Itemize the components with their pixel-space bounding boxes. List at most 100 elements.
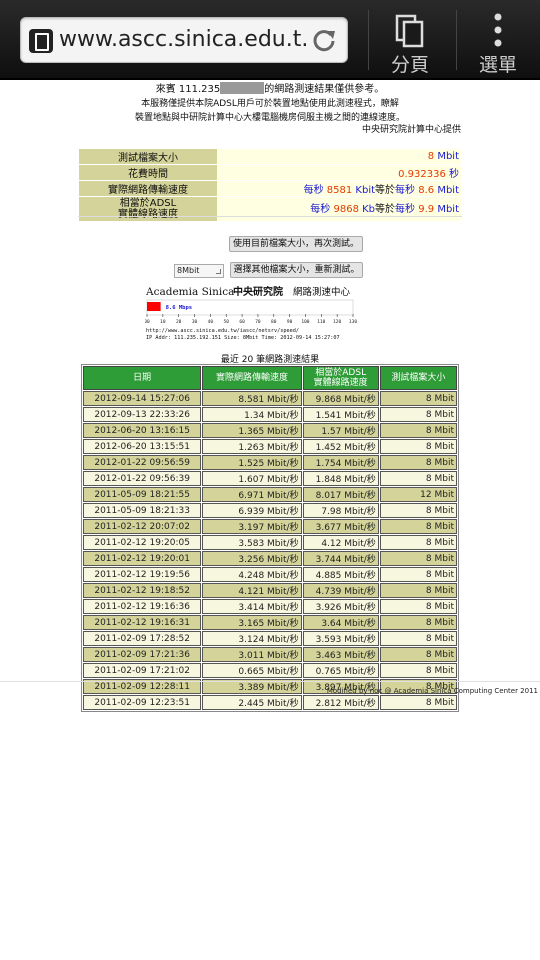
address-bar[interactable]: www.ascc.sinica.edu.t. (20, 17, 348, 63)
history-row: 2011-05-09 18:21:55 6.971 Mbit/秒 8.017 Mbi… (83, 487, 457, 502)
history-adsl-cell: 4.739 Mbit/秒 (302, 583, 379, 598)
intro-line1-prefix: 來賓 111.235 (155, 84, 221, 95)
history-date-cell: 2011-02-09 12:23:51 (83, 695, 202, 710)
history-size-cell: 8 Mbit (379, 455, 457, 470)
page-icon (29, 29, 53, 53)
history-speed-cell: 3.165 Mbit/秒 (202, 615, 302, 630)
value-part: 秒 (449, 169, 459, 180)
history-size-cell: 8 Mbit (379, 519, 457, 534)
value-part: Kb (362, 203, 376, 215)
tabs-label: 分頁 (390, 54, 429, 76)
history-column-header: 實際網路傳輸速度 (202, 366, 302, 390)
speed-bar (147, 302, 161, 311)
history-size-cell: 8 Mbit (379, 551, 457, 566)
history-row: 2011-05-09 18:21:33 6.939 Mbit/秒 7.98 Mbit… (83, 503, 457, 518)
history-size-cell: 8 Mbit (379, 567, 457, 582)
file-size-select[interactable]: 8Mbit (174, 264, 224, 278)
history-row: 2011-02-09 12:23:51 2.445 Mbit/秒 2.812 Mbi… (83, 695, 457, 710)
history-date-cell: 2011-02-12 19:19:56 (83, 567, 202, 582)
scale-tick-label: 110 (317, 319, 325, 325)
menu-label: 選單 (478, 54, 517, 76)
scale-tick-label: 70 (255, 319, 261, 325)
history-size-cell: 8 Mbit (379, 471, 457, 486)
value-part: 每秒 (303, 185, 327, 196)
history-speed-cell: 6.971 Mbit/秒 (202, 487, 302, 502)
speed-bar-label: 8.6 Mbps (166, 305, 193, 311)
history-date-cell: 2011-02-12 19:16:36 (83, 599, 202, 614)
history-adsl-cell: 3.64 Mbit/秒 (302, 615, 379, 630)
speed-image-title-en: Academia Sinica (145, 286, 234, 298)
footer-credit: Modified by noc @ Academia Sinica Comput… (326, 687, 538, 695)
history-size-cell: 8 Mbit (379, 535, 457, 550)
history-speed-cell: 1.365 Mbit/秒 (202, 423, 302, 438)
history-size-cell: 8 Mbit (379, 423, 457, 438)
history-speed-cell: 4.248 Mbit/秒 (202, 567, 302, 582)
history-date-cell: 2011-02-12 19:20:05 (83, 535, 202, 550)
intro-text: 來賓 111.235 的網路測速結果僅供參考。 本服務僅提供本院ADSL用戶可於裝… (0, 82, 540, 125)
history-column-header: 相當於ADSL 實體線路速度 (302, 366, 379, 390)
value-part: Mbit (437, 185, 459, 196)
page-content: 來賓 111.235 的網路測速結果僅供參考。 本服務僅提供本院ADSL用戶可於裝… (0, 80, 540, 712)
summary-row: 實際網路傳輸速度 每秒 8581 Kbit等於每秒 8.6 Mbit (79, 181, 461, 196)
history-speed-cell: 6.939 Mbit/秒 (202, 503, 302, 518)
history-adsl-cell: 8.017 Mbit/秒 (302, 487, 379, 502)
history-date-cell: 2012-01-22 09:56:39 (83, 471, 202, 486)
summary-value: 0.932336 秒 (218, 165, 461, 180)
history-adsl-cell: 0.765 Mbit/秒 (302, 663, 379, 678)
speed-image-ip-line: IP Addr: 111.235.192.151 Size: 8Mbit Tim… (146, 335, 340, 341)
speed-image-url: http://www.ascc.sinica.edu.tw/iascc/nets… (146, 328, 299, 334)
history-date-cell: 2011-02-09 17:28:52 (83, 631, 202, 646)
summary-value: 每秒 8581 Kbit等於每秒 8.6 Mbit (218, 181, 461, 196)
retest-button[interactable]: 使用目前檔案大小，再次測試。 (229, 236, 363, 252)
history-date-cell: 2012-06-20 13:16:15 (83, 423, 202, 438)
history-date-cell: 2012-06-20 13:15:51 (83, 439, 202, 454)
history-adsl-cell: 1.452 Mbit/秒 (302, 439, 379, 454)
file-size-value: 8Mbit (177, 266, 200, 275)
scale-tick-label: 30 (192, 319, 198, 325)
history-size-cell: 8 Mbit (379, 647, 457, 662)
history-adsl-cell: 1.848 Mbit/秒 (302, 471, 379, 486)
other-size-button[interactable]: 選擇其他檔案大小，重新測試。 (230, 262, 363, 278)
history-date-cell: 2011-02-09 17:21:36 (83, 647, 202, 662)
history-column-header: 測試檔案大小 (379, 366, 457, 390)
reload-icon[interactable] (311, 27, 337, 53)
history-speed-cell: 1.525 Mbit/秒 (202, 455, 302, 470)
scale-tick-label: 130 (349, 319, 357, 325)
value-part: 0.932336 (398, 169, 449, 180)
history-size-cell: 8 Mbit (379, 631, 457, 646)
redacted-block (220, 82, 265, 94)
history-row: 2012-01-22 09:56:59 1.525 Mbit/秒 1.754 Mbi… (83, 455, 457, 470)
history-speed-cell: 3.256 Mbit/秒 (202, 551, 302, 566)
tabs-button[interactable]: 分頁 (368, 0, 452, 80)
speed-image-title-zh: 中央研究院 (233, 285, 283, 298)
history-speed-cell: 2.445 Mbit/秒 (202, 695, 302, 710)
value-part: 8.6 (418, 185, 438, 196)
history-size-cell: 8 Mbit (379, 407, 457, 422)
value-part: 8 (427, 151, 438, 162)
history-speed-cell: 3.124 Mbit/秒 (202, 631, 302, 646)
summary-label: 實際網路傳輸速度 (79, 181, 217, 196)
history-size-cell: 8 Mbit (379, 663, 457, 678)
tabs-icon (395, 14, 424, 48)
history-date-cell: 2011-05-09 18:21:55 (83, 487, 202, 502)
scale-tick-label: 100 (301, 319, 309, 325)
summary-label: 花費時間 (79, 165, 217, 180)
url-text[interactable]: www.ascc.sinica.edu.t. (59, 27, 309, 52)
history-adsl-cell: 3.463 Mbit/秒 (302, 647, 379, 662)
history-row: 2011-02-12 20:07:02 3.197 Mbit/秒 3.677 Mbi… (83, 519, 457, 534)
summary-value: 8 Mbit (218, 149, 461, 164)
history-date-cell: 2012-09-14 15:27:06 (83, 391, 202, 406)
history-table: 日期 實際網路傳輸速度 相當於ADSL 實體線路速度 測試檔案大小 2012-09-14 … (81, 364, 459, 712)
history-speed-cell: 1.263 Mbit/秒 (202, 439, 302, 454)
scale-tick-label: 10 (160, 319, 166, 325)
history-row: 2011-02-12 19:20:01 3.256 Mbit/秒 3.744 Mbi… (83, 551, 457, 566)
history-adsl-cell: 3.744 Mbit/秒 (302, 551, 379, 566)
summary-row: 相當於ADSL 實體線路速度 每秒 9868 Kb等於每秒 9.9 Mbit (79, 197, 461, 221)
history-date-cell: 2011-02-12 19:18:52 (83, 583, 202, 598)
scale-tick-label: 90 (287, 319, 293, 325)
menu-button[interactable]: 選單 (456, 0, 540, 80)
scale-tick-label: 40 (208, 319, 214, 325)
history-row: 2011-02-09 17:28:52 3.124 Mbit/秒 3.593 Mbi… (83, 631, 457, 646)
history-header-row: 日期 實際網路傳輸速度 相當於ADSL 實體線路速度 測試檔案大小 (83, 366, 457, 390)
intro-line2: 本服務僅提供本院ADSL用戶可於裝置地點使用此測速程式，瞭解 (141, 99, 399, 109)
